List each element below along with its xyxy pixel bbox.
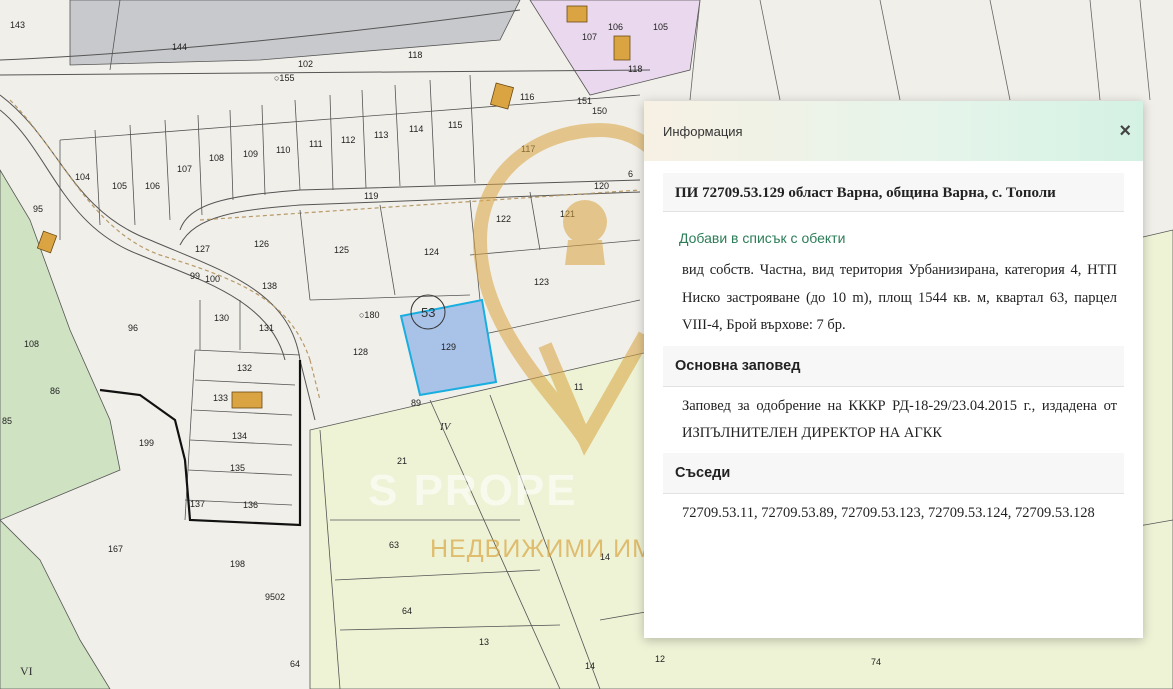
parcel-number-label: 102 xyxy=(298,59,313,69)
parcel-number-label: 99 xyxy=(190,271,200,281)
info-popup: Информация × ПИ 72709.53.129 област Варн… xyxy=(644,101,1143,638)
parcel-number-label: 13 xyxy=(479,637,489,647)
parcel-number-label: 199 xyxy=(139,438,154,448)
parcel-number-label: 150 xyxy=(592,106,607,116)
parcel-number-label: 137 xyxy=(190,499,205,509)
parcel-number-label: 119 xyxy=(364,191,378,201)
parcel-number-label: 124 xyxy=(424,247,439,257)
parcel-number-label: 6 xyxy=(628,169,633,179)
parcel-number-label: 129 xyxy=(441,342,456,352)
parcel-number-label: 114 xyxy=(409,124,423,134)
parcel-number-label: 11 xyxy=(574,382,583,392)
parcel-title: ПИ 72709.53.129 област Варна, община Вар… xyxy=(663,173,1124,212)
parcel-number-label: 104 xyxy=(75,172,90,182)
parcel-number-label: 105 xyxy=(653,22,668,32)
parcel-number-label: ○155 xyxy=(274,73,294,83)
parcel-number-label: 126 xyxy=(254,239,269,249)
parcel-number-label: 53 xyxy=(421,305,435,320)
parcel-number-label: 198 xyxy=(230,559,245,569)
parcel-number-label: 132 xyxy=(237,363,252,373)
parcel-number-label: 107 xyxy=(177,164,192,174)
parcel-number-label: S PROPE xyxy=(368,466,578,515)
parcel-number-label: 136 xyxy=(243,500,258,510)
parcel-number-label: 113 xyxy=(374,130,388,140)
parcel-number-label: 74 xyxy=(871,657,881,667)
parcel-number-label: 96 xyxy=(128,323,138,333)
popup-body: ПИ 72709.53.129 област Варна, община Вар… xyxy=(644,161,1143,533)
parcel-number-label: IV xyxy=(439,421,452,433)
order-text: Заповед за одобрение на КККР РД-18-29/23… xyxy=(682,397,1117,441)
parcel-number-label: 131 xyxy=(259,323,274,333)
parcel-number-label: 144 xyxy=(172,42,187,52)
parcel-number-label: 127 xyxy=(195,244,210,254)
parcel-number-label: 116 xyxy=(520,92,534,102)
parcel-number-label: 106 xyxy=(145,181,160,191)
parcel-number-label: 108 xyxy=(209,153,224,163)
parcel-number-label: 135 xyxy=(230,463,245,473)
parcel-number-label: 106 xyxy=(608,22,623,32)
parcel-number-label: 123 xyxy=(534,277,549,287)
parcel-number-label: 108 xyxy=(24,339,39,349)
parcel-number-label: 110 xyxy=(276,145,290,155)
parcel-number-label: 12 xyxy=(655,654,665,664)
add-to-list-link[interactable]: Добави в списък с обекти xyxy=(664,212,1123,254)
popup-title: Информация xyxy=(663,123,743,139)
parcel-number-label: 21 xyxy=(397,456,407,466)
parcel-number-label: 86 xyxy=(50,386,60,396)
parcel-number-label: 95 xyxy=(33,204,43,214)
parcel-number-label: 128 xyxy=(353,347,368,357)
parcel-number-label: 143 xyxy=(10,20,25,30)
close-icon[interactable]: × xyxy=(1119,121,1131,141)
parcel-number-label: 9502 xyxy=(265,592,285,602)
parcel-number-label: 130 xyxy=(214,313,229,323)
parcel-details: вид собств. Частна, вид територия Урбани… xyxy=(682,262,1117,333)
order-heading: Основна заповед xyxy=(663,345,1124,387)
parcel-number-label: 14 xyxy=(585,661,595,671)
parcel-number-label: 134 xyxy=(232,431,247,441)
parcel-number-label: 89 xyxy=(411,398,421,408)
parcel-number-label: 85 xyxy=(2,416,12,426)
parcel-number-label: 107 xyxy=(582,32,597,42)
parcel-number-label: 63 xyxy=(389,540,399,550)
parcel-number-label: 64 xyxy=(290,659,300,669)
parcel-number-label: 112 xyxy=(341,135,355,145)
neighbors-heading: Съседи xyxy=(663,452,1124,494)
popup-header: Информация × xyxy=(644,101,1143,161)
parcel-number-label: 105 xyxy=(112,181,127,191)
parcel-number-label: 115 xyxy=(448,120,462,130)
parcel-number-label: 138 xyxy=(262,281,277,291)
parcel-number-label: 111 xyxy=(309,139,323,149)
parcel-number-label: VI xyxy=(20,664,33,678)
parcel-number-label: 120 xyxy=(594,181,609,191)
parcel-number-label: 167 xyxy=(108,544,123,554)
parcel-number-label: 122 xyxy=(496,214,511,224)
parcel-number-label: 118 xyxy=(408,50,422,60)
parcel-number-label: 125 xyxy=(334,245,349,255)
parcel-number-label: 100 xyxy=(205,274,220,284)
parcel-number-label: ○180 xyxy=(359,310,379,320)
parcel-number-label: 64 xyxy=(402,606,412,616)
neighbors-text: 72709.53.11, 72709.53.89, 72709.53.123, … xyxy=(682,504,1095,521)
parcel-number-label: 109 xyxy=(243,149,258,159)
parcel-number-label: 151 xyxy=(577,96,592,106)
parcel-number-label: 118 xyxy=(628,64,642,74)
parcel-number-label: 133 xyxy=(213,393,228,403)
